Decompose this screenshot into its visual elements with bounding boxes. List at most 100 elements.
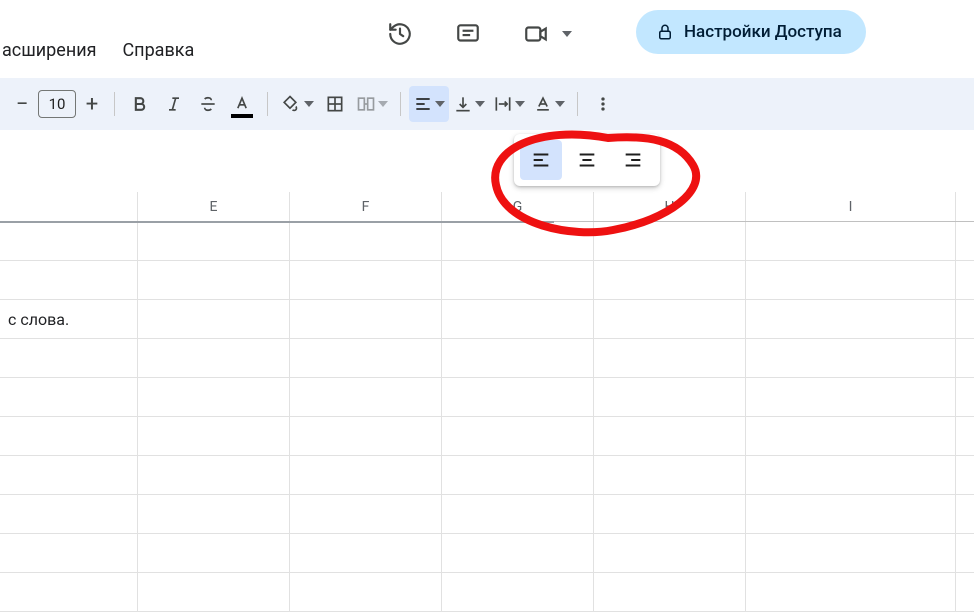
- bold-button[interactable]: [123, 86, 157, 122]
- cell[interactable]: [594, 339, 746, 377]
- cell[interactable]: [746, 378, 956, 416]
- cell[interactable]: [442, 261, 594, 299]
- cell[interactable]: [0, 378, 138, 416]
- more-button[interactable]: [586, 86, 620, 122]
- align-center-option[interactable]: [566, 140, 608, 180]
- text-color-button[interactable]: [225, 86, 259, 122]
- cell[interactable]: [442, 417, 594, 455]
- cell[interactable]: [138, 222, 290, 260]
- column-headers: E F G H I: [0, 192, 974, 222]
- align-right-option[interactable]: [612, 140, 654, 180]
- column-header-f[interactable]: F: [290, 192, 442, 221]
- cell[interactable]: [594, 300, 746, 338]
- cell[interactable]: [594, 222, 746, 260]
- cell[interactable]: [746, 456, 956, 494]
- cell[interactable]: [746, 495, 956, 533]
- cell[interactable]: [290, 456, 442, 494]
- menu-help[interactable]: Справка: [120, 36, 196, 65]
- cell[interactable]: [594, 456, 746, 494]
- cell[interactable]: [290, 222, 442, 260]
- vertical-align-button[interactable]: [449, 86, 489, 122]
- cell[interactable]: [290, 534, 442, 572]
- font-size-increase[interactable]: +: [78, 90, 106, 118]
- cell[interactable]: [138, 339, 290, 377]
- cell[interactable]: [0, 417, 138, 455]
- cell[interactable]: [746, 339, 956, 377]
- cell[interactable]: [0, 339, 138, 377]
- cell[interactable]: [746, 222, 956, 260]
- cell[interactable]: [746, 534, 956, 572]
- cell[interactable]: [442, 456, 594, 494]
- cell[interactable]: [442, 222, 594, 260]
- cell[interactable]: [0, 261, 138, 299]
- cell[interactable]: [0, 534, 138, 572]
- cell[interactable]: [594, 378, 746, 416]
- share-button[interactable]: Настройки Доступа: [636, 10, 866, 54]
- column-header-e[interactable]: E: [138, 192, 290, 221]
- menu-extensions[interactable]: асширения: [0, 36, 98, 65]
- separator: [114, 92, 115, 116]
- cell[interactable]: [746, 573, 956, 611]
- borders-button[interactable]: [318, 86, 352, 122]
- cell[interactable]: [594, 261, 746, 299]
- horizontal-align-button[interactable]: [409, 86, 449, 122]
- cell[interactable]: [138, 378, 290, 416]
- text-rotation-button[interactable]: [529, 86, 569, 122]
- column-header-blank[interactable]: [0, 192, 138, 221]
- cell[interactable]: [594, 534, 746, 572]
- font-size-decrease[interactable]: −: [8, 90, 36, 118]
- history-icon[interactable]: [380, 14, 420, 54]
- menu-bar: асширения Справка: [0, 36, 196, 65]
- cell[interactable]: [290, 495, 442, 533]
- cell[interactable]: [0, 222, 138, 260]
- cell[interactable]: [442, 573, 594, 611]
- cell[interactable]: [442, 378, 594, 416]
- chevron-down-icon[interactable]: [562, 31, 572, 37]
- cell[interactable]: [290, 573, 442, 611]
- cell[interactable]: с слова.: [0, 300, 138, 338]
- separator: [267, 92, 268, 116]
- cell[interactable]: [0, 456, 138, 494]
- cell[interactable]: [442, 339, 594, 377]
- cell[interactable]: [138, 495, 290, 533]
- fill-color-button[interactable]: [276, 86, 318, 122]
- cell[interactable]: [138, 534, 290, 572]
- cell[interactable]: [0, 573, 138, 611]
- align-left-option[interactable]: [520, 140, 562, 180]
- italic-button[interactable]: [157, 86, 191, 122]
- lock-icon: [656, 23, 674, 41]
- cell[interactable]: [442, 300, 594, 338]
- column-header-g[interactable]: G: [442, 192, 594, 221]
- cell[interactable]: [138, 456, 290, 494]
- cell[interactable]: [594, 573, 746, 611]
- cell[interactable]: [290, 378, 442, 416]
- chevron-down-icon: [475, 101, 485, 107]
- cell[interactable]: [442, 534, 594, 572]
- cell[interactable]: [746, 261, 956, 299]
- font-size-value[interactable]: 10: [38, 90, 76, 118]
- cell[interactable]: [594, 417, 746, 455]
- separator: [577, 92, 578, 116]
- column-header-i[interactable]: I: [746, 192, 956, 221]
- cell[interactable]: [138, 300, 290, 338]
- cell[interactable]: [138, 417, 290, 455]
- toolbar: − 10 +: [0, 78, 974, 130]
- cell[interactable]: [290, 261, 442, 299]
- comments-icon[interactable]: [448, 14, 488, 54]
- cell[interactable]: [290, 300, 442, 338]
- cell[interactable]: [442, 495, 594, 533]
- cell[interactable]: [594, 495, 746, 533]
- merge-cells-button[interactable]: [352, 86, 392, 122]
- cell[interactable]: [746, 300, 956, 338]
- cell[interactable]: [746, 417, 956, 455]
- spreadsheet-grid[interactable]: E F G H I с слова.: [0, 192, 974, 584]
- cell[interactable]: [138, 261, 290, 299]
- cell[interactable]: [290, 339, 442, 377]
- cell[interactable]: [0, 495, 138, 533]
- cell[interactable]: [290, 417, 442, 455]
- strikethrough-button[interactable]: [191, 86, 225, 122]
- cell[interactable]: [138, 573, 290, 611]
- meet-icon[interactable]: [516, 14, 556, 54]
- text-wrap-button[interactable]: [489, 86, 529, 122]
- column-header-h[interactable]: H: [594, 192, 746, 221]
